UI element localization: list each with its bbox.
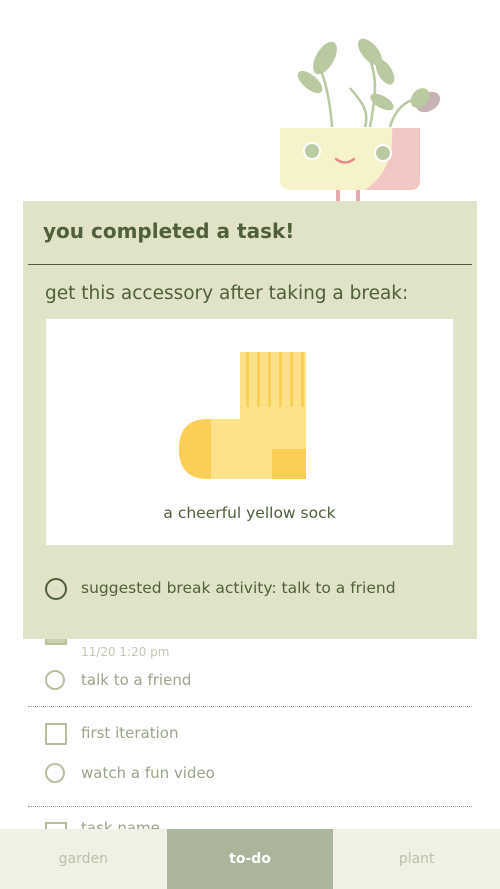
break-activity-radio[interactable] [45,578,67,600]
accessory-card: a cheerful yellow sock [46,319,453,545]
subtask-radio[interactable] [45,763,65,783]
task-divider [28,706,472,707]
subtask-radio[interactable] [45,670,65,690]
task-timestamp: 11/20 1:20 pm [81,645,170,659]
bottom-nav: garden to-do plant [0,829,500,889]
subtask-label: watch a fun video [81,764,215,782]
task-divider [28,806,472,807]
potted-plant-mascot-icon [280,38,441,205]
plant-mascot [270,30,450,205]
yellow-sock-icon [179,352,306,479]
break-activity-label[interactable]: suggested break activity: talk to a frie… [81,579,396,597]
tab-to-do[interactable]: to-do [166,829,334,889]
tab-plant[interactable]: plant [333,829,500,889]
modal-title: you completed a task! [43,219,295,243]
task-checkbox[interactable] [45,723,67,745]
modal-divider [28,264,472,265]
tab-garden[interactable]: garden [0,829,167,889]
accessory-name: a cheerful yellow sock [163,504,336,522]
modal-subtitle: get this accessory after taking a break: [45,283,409,304]
task-complete-modal: you completed a task! get this accessory… [23,201,477,639]
subtask-label: talk to a friend [81,671,192,689]
task-title[interactable]: first iteration [81,724,178,742]
